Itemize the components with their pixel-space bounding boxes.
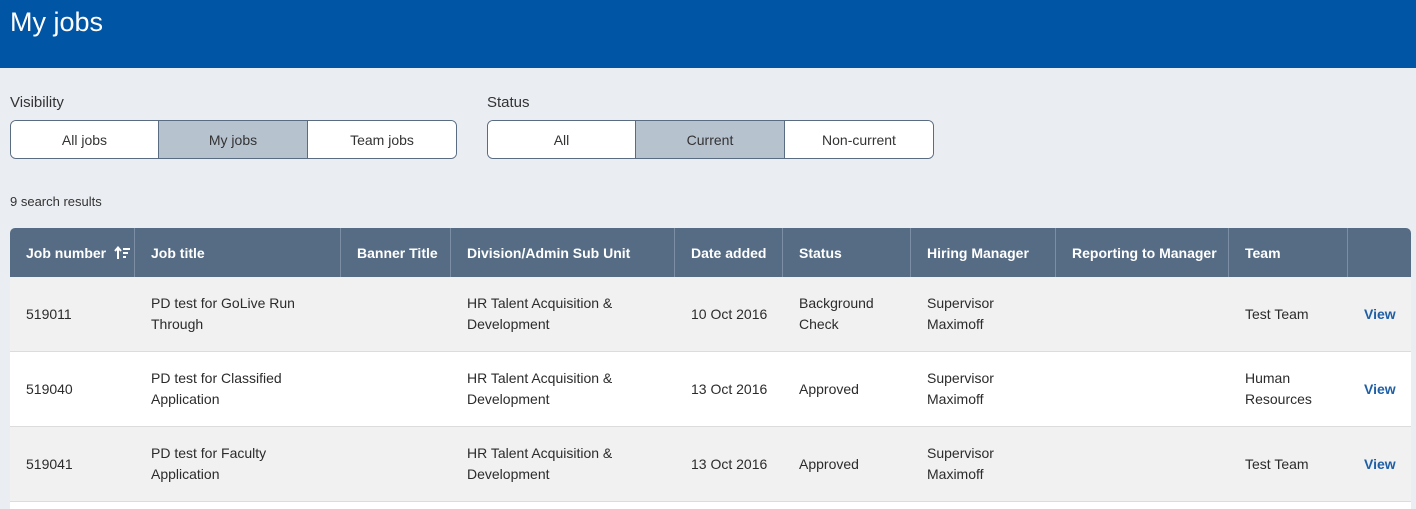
column-header-status[interactable]: Status [783, 228, 911, 277]
cell-actions: View [1348, 427, 1411, 501]
cell-job-number: 519041 [26, 455, 73, 472]
status-segmented-control: All Current Non-current [487, 120, 934, 159]
status-current-button[interactable]: Current [636, 121, 785, 158]
cell-hiring-manager: Supervisor Maximoff [927, 370, 994, 407]
column-header-job-number[interactable]: Job number [10, 228, 135, 277]
cell-reporting-manager [1056, 277, 1229, 351]
cell-job-number: 519040 [26, 380, 73, 397]
table-row: 519011 PD test for GoLive Run Through HR… [10, 277, 1411, 352]
cell-job-title: PD test for GoLive Run Through [151, 295, 295, 332]
cell-reporting-manager [1056, 352, 1229, 426]
cell-division: HR Talent Acquisition & Development [467, 370, 613, 407]
view-link[interactable]: View [1364, 454, 1396, 475]
cell-hiring-manager: Supervisor Maximoff [927, 445, 994, 482]
view-link[interactable]: View [1364, 304, 1396, 325]
status-non-current-button[interactable]: Non-current [785, 121, 933, 158]
visibility-label: Visibility [10, 94, 64, 111]
cell-banner-title [341, 352, 451, 426]
cell-job-title: PD test for Faculty Application [151, 445, 267, 482]
cell-division: HR Talent Acquisition & Development [467, 295, 613, 332]
cell-date-added: 13 Oct 2016 [691, 455, 768, 472]
cell-job-title: PD test for Classified Application [151, 370, 282, 407]
visibility-my-jobs-button[interactable]: My jobs [159, 121, 308, 158]
column-header-team[interactable]: Team [1229, 228, 1348, 277]
column-header-hiring-manager[interactable]: Hiring Manager [911, 228, 1056, 277]
cell-team: Test Team [1245, 305, 1309, 322]
table-row: 519040 PD test for Classified Applicatio… [10, 352, 1411, 427]
sort-ascending-icon[interactable] [114, 245, 131, 260]
status-label: Status [487, 94, 530, 111]
cell-team: Test Team [1245, 455, 1309, 472]
cell-banner-title [341, 277, 451, 351]
column-header-division[interactable]: Division/Admin Sub Unit [451, 228, 675, 277]
visibility-team-jobs-button[interactable]: Team jobs [308, 121, 456, 158]
column-header-label: Job number [26, 244, 107, 261]
cell-actions: View [1348, 277, 1411, 351]
cell-date-added: 10 Oct 2016 [691, 305, 768, 322]
column-header-reporting-manager[interactable]: Reporting to Manager [1056, 228, 1229, 277]
table-row-partial [10, 502, 1411, 509]
cell-status: Approved [799, 455, 859, 472]
cell-date-added: 13 Oct 2016 [691, 380, 768, 397]
jobs-table: Job number Job title Banner Title Divisi… [10, 228, 1411, 509]
view-link[interactable]: View [1364, 379, 1396, 400]
cell-actions: View [1348, 352, 1411, 426]
column-header-date-added[interactable]: Date added [675, 228, 783, 277]
column-header-job-title[interactable]: Job title [135, 228, 341, 277]
visibility-segmented-control: All jobs My jobs Team jobs [10, 120, 457, 159]
visibility-all-jobs-button[interactable]: All jobs [11, 121, 159, 158]
cell-banner-title [341, 427, 451, 501]
cell-hiring-manager: Supervisor Maximoff [927, 295, 994, 332]
cell-team: Human Resources [1245, 370, 1312, 407]
cell-job-number: 519011 [26, 305, 72, 322]
table-header: Job number Job title Banner Title Divisi… [10, 228, 1411, 277]
results-count: 9 search results [10, 194, 102, 209]
cell-reporting-manager [1056, 427, 1229, 501]
top-bar: My jobs [0, 0, 1416, 68]
column-header-banner-title[interactable]: Banner Title [341, 228, 451, 277]
column-header-actions [1348, 228, 1411, 277]
cell-status: Approved [799, 380, 859, 397]
cell-division: HR Talent Acquisition & Development [467, 445, 613, 482]
table-row: 519041 PD test for Faculty Application H… [10, 427, 1411, 502]
status-all-button[interactable]: All [488, 121, 636, 158]
cell-status: Background Check [799, 295, 874, 332]
page-title: My jobs [10, 7, 104, 37]
